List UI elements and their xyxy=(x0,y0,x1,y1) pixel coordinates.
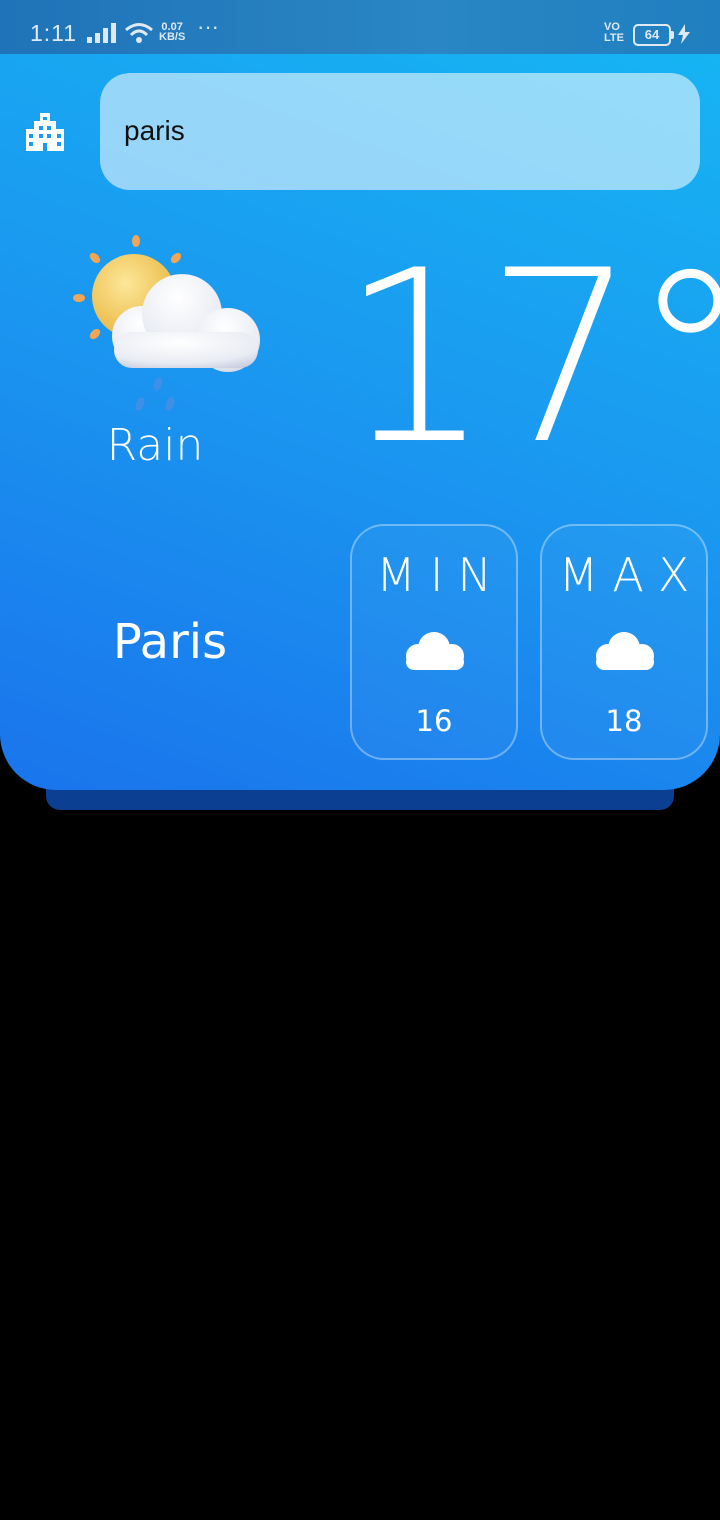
volte-bottom: LTE xyxy=(604,32,624,44)
battery-level: 64 xyxy=(644,27,660,42)
city-buildings-icon[interactable] xyxy=(26,113,64,151)
min-label: MIN xyxy=(376,548,506,602)
min-temperature-card: MIN 16 xyxy=(350,524,518,760)
current-temperature: 17° xyxy=(340,220,720,497)
search-box[interactable] xyxy=(100,73,700,190)
battery-icon: 64 xyxy=(633,24,674,46)
cloud-icon xyxy=(596,632,654,670)
signal-icon xyxy=(87,23,116,43)
charging-icon xyxy=(678,24,690,44)
max-value: 18 xyxy=(605,704,643,738)
wifi-icon xyxy=(125,23,153,43)
weather-card: Rain 17° Paris MIN 16 MAX 18 xyxy=(0,54,720,790)
max-temperature-card: MAX 18 xyxy=(540,524,708,760)
weather-condition: Rain xyxy=(106,420,204,471)
status-bar: 1:11 0.07 KB/S ··· VO LTE 64 xyxy=(0,0,720,54)
min-value: 16 xyxy=(415,704,453,738)
status-time: 1:11 xyxy=(30,20,78,46)
sun-cloud-rain-icon xyxy=(73,235,260,411)
max-label: MAX xyxy=(558,548,704,602)
network-speed: 0.07 KB/S xyxy=(159,22,186,43)
network-speed-unit: KB/S xyxy=(159,31,186,43)
cloud-icon xyxy=(406,632,464,670)
volte-indicator: VO LTE xyxy=(604,22,624,44)
search-input[interactable] xyxy=(124,111,664,151)
city-name: Paris xyxy=(112,614,228,670)
more-notifications-icon: ··· xyxy=(197,14,219,39)
